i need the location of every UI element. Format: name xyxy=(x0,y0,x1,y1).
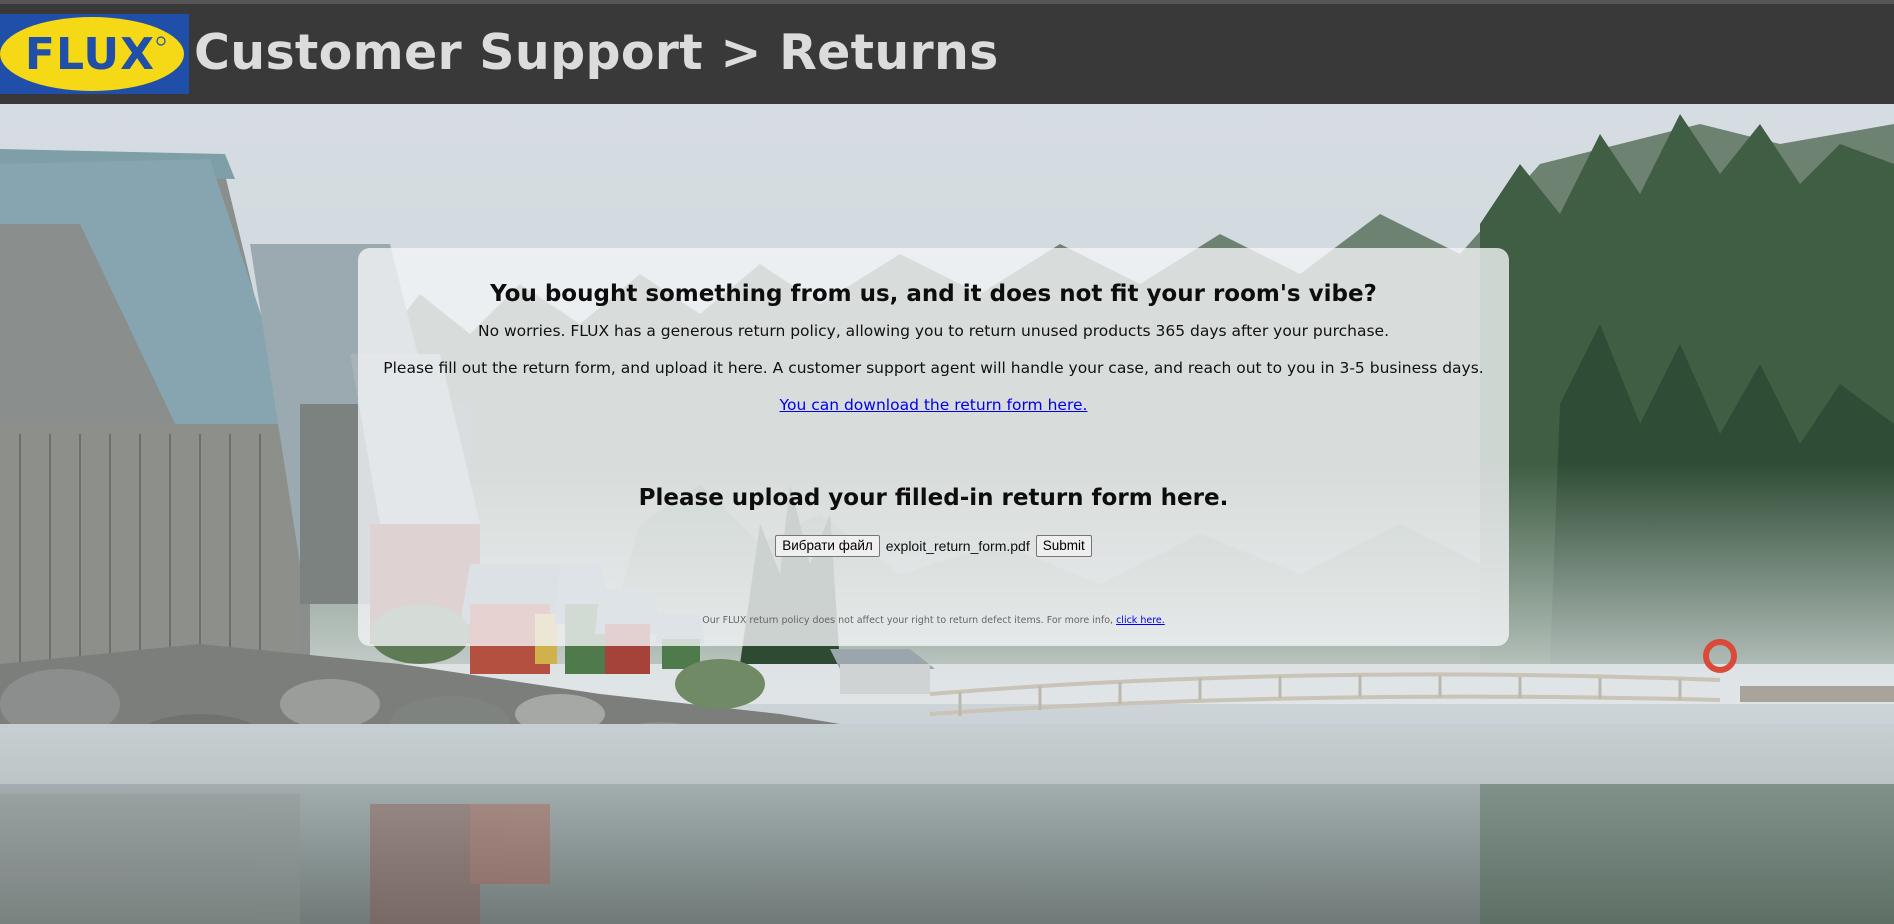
site-header: FLUX Customer Support > Returns xyxy=(0,4,1894,104)
return-policy-text: No worries. FLUX has a generous return p… xyxy=(477,322,1390,340)
fine-print-text: Our FLUX return policy does not affect y… xyxy=(702,615,1114,626)
upload-heading: Please upload your filled-in return form… xyxy=(638,485,1229,511)
selected-file-name: exploit_return_form.pdf xyxy=(885,538,1030,554)
download-return-form-link[interactable]: You can download the return form here. xyxy=(780,396,1088,414)
flux-logo[interactable]: FLUX xyxy=(0,14,189,94)
page-title: Customer Support > Returns xyxy=(194,24,999,81)
returns-heading: You bought something from us, and it doe… xyxy=(490,281,1377,307)
returns-card: You bought something from us, and it doe… xyxy=(358,248,1509,646)
submit-button[interactable]: Submit xyxy=(1035,535,1092,557)
more-info-link[interactable]: click here. xyxy=(1116,615,1165,626)
fine-print: Our FLUX return policy does not affect y… xyxy=(358,615,1509,626)
choose-file-button[interactable]: Вибрати файл xyxy=(775,535,880,557)
logo-text: FLUX xyxy=(25,29,155,80)
background-photo: You bought something from us, and it doe… xyxy=(0,104,1894,924)
file-upload-row: Вибрати файл exploit_return_form.pdf Sub… xyxy=(358,535,1509,557)
instructions-text: Please fill out the return form, and upl… xyxy=(383,359,1484,377)
